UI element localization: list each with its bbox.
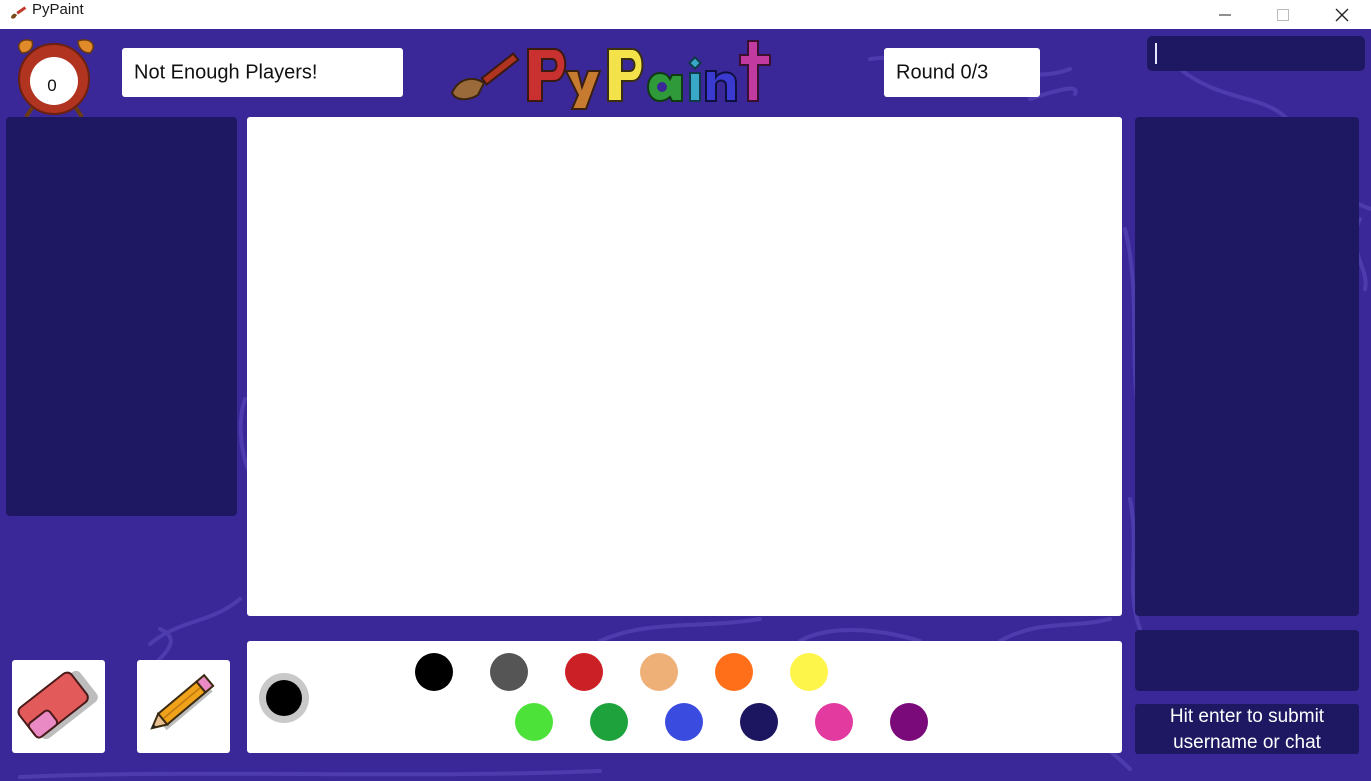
chat-input[interactable] [1147,36,1365,71]
pencil-icon [150,673,215,731]
close-button[interactable] [1313,0,1371,29]
status-text: Not Enough Players! [134,61,318,83]
color-swatch[interactable] [415,653,453,691]
app-area: 0 Not Enough Players! Round 0/3 Hit ente… [0,29,1371,781]
window-title: PyPaint [32,1,84,18]
color-swatch[interactable] [665,703,703,741]
color-swatch[interactable] [490,653,528,691]
drawing-canvas[interactable] [247,117,1122,616]
eraser-icon [17,670,98,740]
color-swatch[interactable] [740,703,778,741]
round-text: Round 0/3 [896,61,989,83]
round-box: Round 0/3 [884,48,1040,97]
pypaint-logo [450,40,771,110]
status-box: Not Enough Players! [122,48,403,97]
color-swatch[interactable] [590,703,628,741]
window-titlebar: PyPaint [0,0,1371,29]
paintbrush-app-icon [11,6,27,19]
minimize-button[interactable] [1196,0,1254,29]
pencil-button[interactable] [137,660,230,753]
text-caret [1155,43,1157,64]
color-swatch[interactable] [565,653,603,691]
chat-message-box [1135,630,1359,691]
color-swatch[interactable] [790,653,828,691]
current-color-indicator [259,673,309,723]
color-swatch[interactable] [640,653,678,691]
close-icon [1335,8,1349,21]
color-swatch[interactable] [815,703,853,741]
player-list-panel [6,117,237,516]
maximize-icon [1277,8,1289,21]
timer-value: 0 [47,76,57,95]
maximize-button[interactable] [1254,0,1312,29]
chat-log-panel [1135,117,1359,616]
color-swatch[interactable] [715,653,753,691]
color-swatch[interactable] [890,703,928,741]
current-color-swatch [266,680,302,716]
minimize-icon [1219,14,1231,15]
color-swatch[interactable] [515,703,553,741]
eraser-button[interactable] [12,660,105,753]
chat-hint: Hit enter to submit username or chat [1135,704,1359,754]
color-palette [247,641,1122,753]
